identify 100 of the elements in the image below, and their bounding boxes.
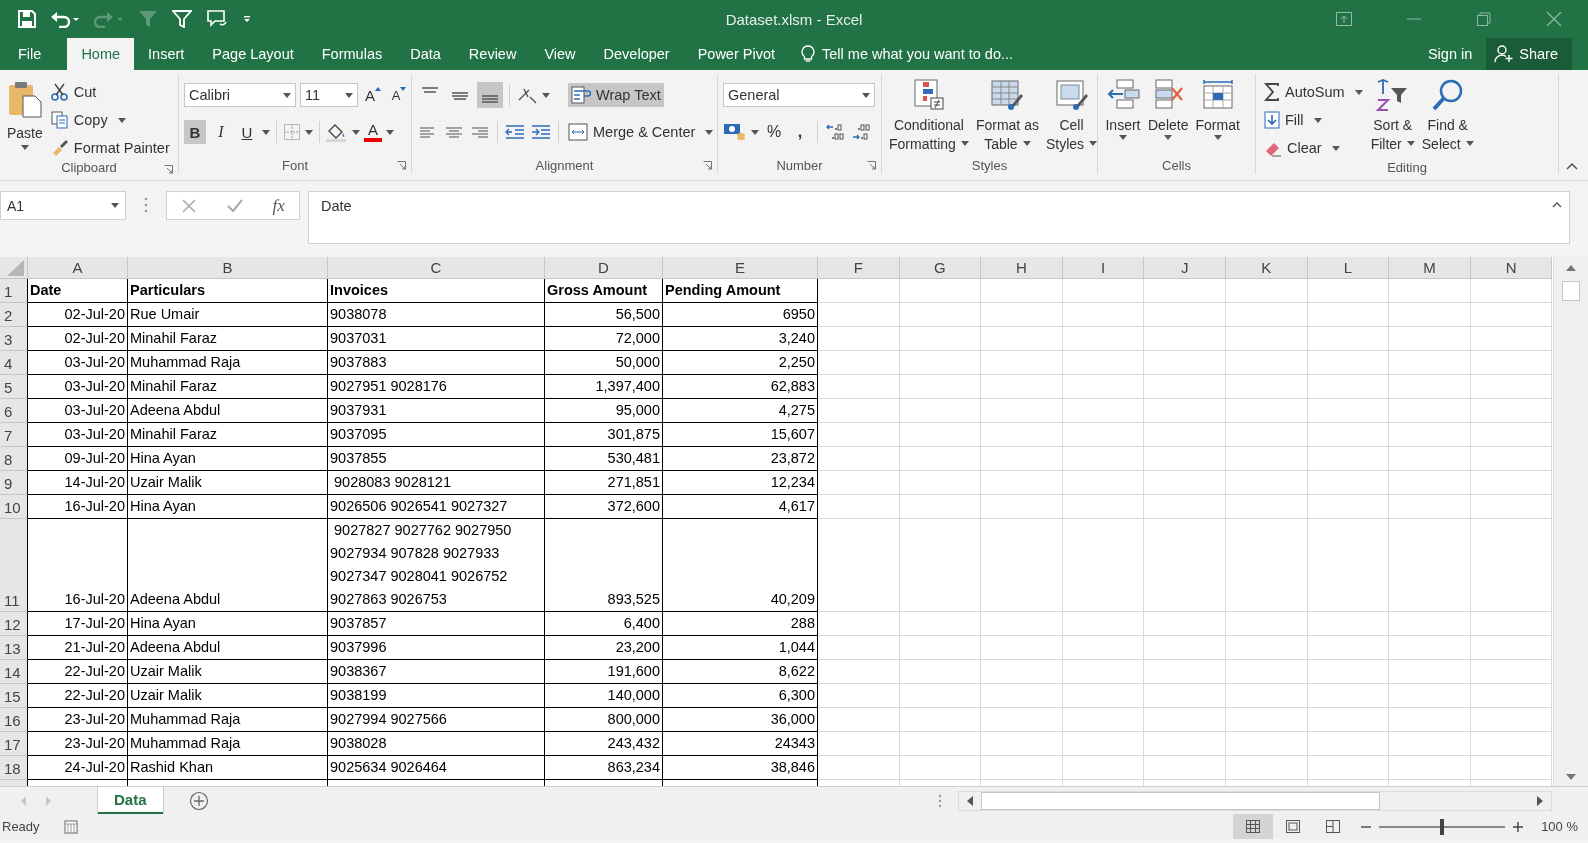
row-header[interactable]: 17 bbox=[0, 732, 28, 756]
decrease-decimal-icon[interactable] bbox=[850, 122, 872, 142]
sheet-tab[interactable]: Data bbox=[98, 786, 163, 814]
row-header[interactable]: 15 bbox=[0, 684, 28, 708]
zoom-level[interactable]: 100 % bbox=[1541, 819, 1578, 834]
fill-button[interactable]: Fill bbox=[1261, 108, 1366, 132]
ribbon-tab[interactable]: Formulas bbox=[307, 38, 397, 70]
row-header[interactable]: 10 bbox=[0, 495, 28, 519]
merge-center-button[interactable]: Merge & Center bbox=[565, 120, 717, 144]
autosum-button[interactable]: AutoSum bbox=[1261, 80, 1366, 104]
ribbon-tab[interactable]: Review bbox=[454, 38, 531, 70]
cut-button[interactable]: Cut bbox=[47, 80, 173, 104]
tell-me-field[interactable]: Tell me what you want to do... bbox=[801, 38, 1045, 70]
column-header[interactable]: A bbox=[28, 257, 128, 279]
decrease-indent-icon[interactable] bbox=[504, 122, 526, 142]
scroll-left-icon[interactable] bbox=[967, 795, 973, 806]
name-box[interactable]: A1 bbox=[0, 191, 126, 220]
row-header[interactable]: 12 bbox=[0, 612, 28, 636]
collapse-ribbon-icon[interactable] bbox=[1566, 162, 1578, 170]
share-button[interactable]: Share bbox=[1486, 38, 1572, 70]
column-header[interactable]: K bbox=[1225, 257, 1308, 279]
row-header[interactable]: 18 bbox=[0, 756, 28, 780]
paste-button[interactable]: Paste bbox=[5, 78, 45, 154]
styles-button[interactable]: Conditional Formatting bbox=[887, 78, 971, 154]
row-header[interactable]: 11 bbox=[0, 519, 28, 612]
font-name-field[interactable]: Calibri bbox=[184, 83, 296, 107]
increase-decimal-icon[interactable] bbox=[824, 122, 846, 142]
decrease-font-button[interactable]: A bbox=[388, 83, 410, 107]
scroll-up-icon[interactable] bbox=[1566, 265, 1576, 271]
row-header[interactable]: 6 bbox=[0, 399, 28, 423]
ribbon-tab[interactable]: Developer bbox=[589, 38, 684, 70]
styles-button[interactable]: Format as Table bbox=[973, 78, 1041, 154]
cells-button[interactable]: Insert bbox=[1103, 78, 1143, 144]
column-header[interactable]: J bbox=[1144, 257, 1226, 279]
column-header[interactable]: F bbox=[818, 257, 900, 279]
splitter-icon[interactable] bbox=[938, 793, 942, 808]
ribbon-tab[interactable]: File bbox=[0, 38, 68, 70]
row-header[interactable]: 4 bbox=[0, 351, 28, 375]
sort-filter-button[interactable]: Sort & Filter bbox=[1368, 78, 1417, 154]
scroll-down-icon[interactable] bbox=[1566, 774, 1576, 780]
comma-button[interactable]: , bbox=[789, 120, 811, 144]
styles-button[interactable]: Cell Styles bbox=[1043, 78, 1100, 154]
column-header[interactable]: H bbox=[981, 257, 1063, 279]
copy-button[interactable]: Copy bbox=[47, 108, 173, 132]
row-header[interactable]: 1 bbox=[0, 279, 28, 303]
ribbon-tab[interactable]: View bbox=[530, 38, 590, 70]
checkmark-icon[interactable] bbox=[225, 197, 244, 214]
percent-button[interactable]: % bbox=[763, 120, 785, 144]
dialog-launcher-icon[interactable] bbox=[867, 161, 876, 170]
underline-button[interactable]: U bbox=[236, 120, 258, 144]
column-header[interactable]: B bbox=[128, 257, 328, 279]
vertical-scrollbar[interactable] bbox=[1553, 257, 1588, 786]
column-header[interactable]: N bbox=[1470, 257, 1553, 279]
column-header[interactable]: G bbox=[899, 257, 982, 279]
column-header[interactable]: E bbox=[663, 257, 818, 279]
normal-view-button[interactable] bbox=[1233, 814, 1274, 839]
cancel-icon[interactable] bbox=[181, 197, 198, 214]
column-header[interactable]: C bbox=[328, 257, 545, 279]
ribbon-tab[interactable]: Home bbox=[67, 38, 135, 70]
row-header[interactable]: 2 bbox=[0, 303, 28, 327]
font-size-field[interactable]: 11 bbox=[300, 83, 358, 107]
row-header[interactable]: 3 bbox=[0, 327, 28, 351]
formula-field[interactable]: Date bbox=[308, 191, 1570, 244]
scroll-right-icon[interactable] bbox=[1537, 795, 1543, 806]
dialog-launcher-icon[interactable] bbox=[703, 161, 712, 170]
ribbon-display-icon[interactable] bbox=[1336, 12, 1352, 26]
column-header[interactable]: D bbox=[545, 257, 663, 279]
wrap-text-button[interactable]: Wrap Text bbox=[568, 83, 664, 107]
row-header[interactable]: 13 bbox=[0, 636, 28, 660]
increase-indent-icon[interactable] bbox=[530, 122, 552, 142]
ribbon-tab[interactable]: Page Layout bbox=[198, 38, 308, 70]
scroll-thumb[interactable] bbox=[981, 791, 1380, 810]
column-header[interactable]: L bbox=[1307, 257, 1390, 279]
row-header[interactable]: 7 bbox=[0, 423, 28, 447]
column-header[interactable]: M bbox=[1389, 257, 1471, 279]
horizontal-scrollbar[interactable] bbox=[958, 790, 1552, 811]
cells-button[interactable]: Format bbox=[1193, 78, 1242, 144]
filter-icon[interactable] bbox=[172, 10, 192, 28]
row-header[interactable]: 5 bbox=[0, 375, 28, 399]
dialog-launcher-icon[interactable] bbox=[164, 165, 173, 174]
comment-icon[interactable] bbox=[206, 9, 228, 29]
find-select-button[interactable]: Find & Select bbox=[1419, 78, 1476, 154]
font-color-button[interactable]: A bbox=[364, 122, 382, 142]
format-painter-button[interactable]: Format Painter bbox=[47, 136, 173, 160]
dialog-launcher-icon[interactable] bbox=[397, 161, 406, 170]
italic-button[interactable]: I bbox=[210, 120, 232, 144]
zoom-in-icon[interactable] bbox=[1513, 821, 1524, 832]
column-header[interactable]: I bbox=[1062, 257, 1145, 279]
restore-icon[interactable] bbox=[1476, 12, 1492, 26]
borders-icon[interactable] bbox=[283, 123, 301, 141]
clear-button[interactable]: Clear bbox=[1261, 136, 1366, 160]
row-header[interactable]: 9 bbox=[0, 471, 28, 495]
collapse-icon[interactable] bbox=[1552, 201, 1562, 208]
fill-bucket-icon[interactable] bbox=[326, 122, 348, 142]
cells-button[interactable]: Delete bbox=[1146, 78, 1191, 144]
zoom-slider[interactable] bbox=[1440, 818, 1445, 835]
save-icon[interactable] bbox=[18, 10, 36, 28]
row-header[interactable]: 8 bbox=[0, 447, 28, 471]
sign-in-link[interactable]: Sign in bbox=[1413, 38, 1487, 70]
ribbon-tab[interactable]: Data bbox=[396, 38, 455, 70]
